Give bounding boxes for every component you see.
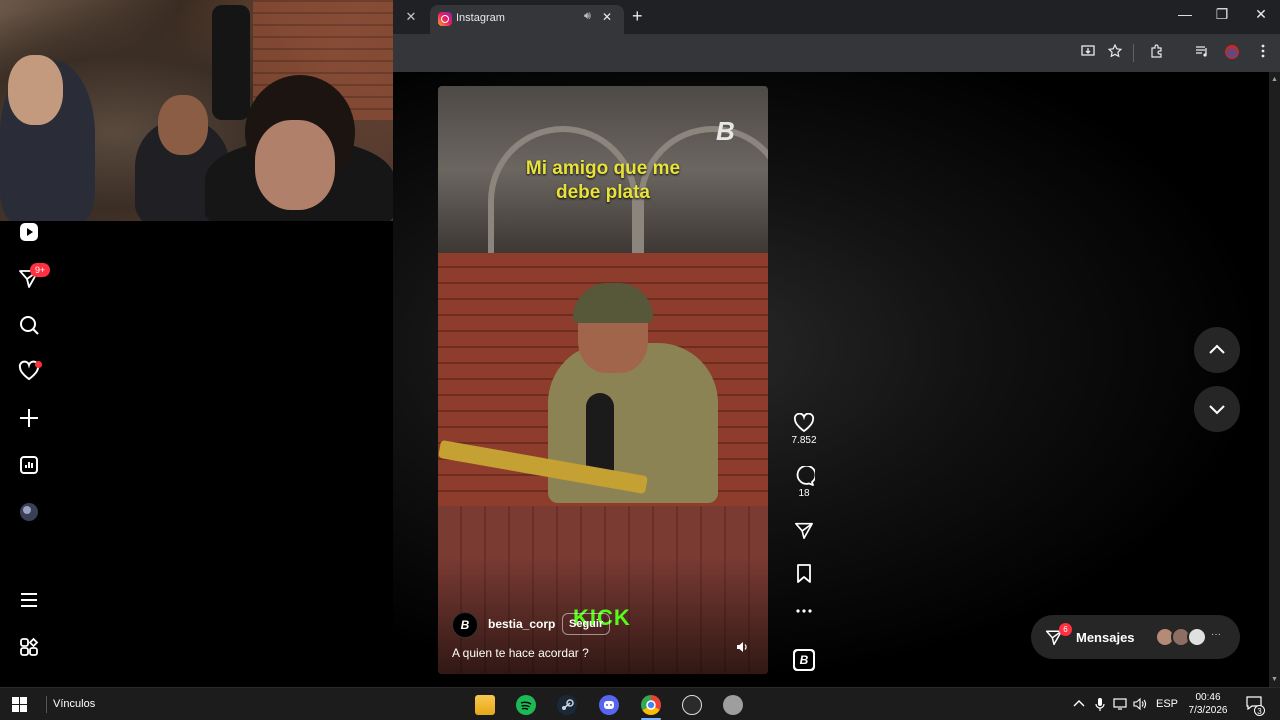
save-action[interactable] xyxy=(789,564,819,583)
messages-drawer-button[interactable]: 6 Mensajes ··· xyxy=(1031,615,1240,659)
close-window-button[interactable]: ✕ xyxy=(1251,6,1271,23)
bestia-watermark-logo: B xyxy=(716,116,735,146)
close-previous-tab-icon[interactable]: ✕ xyxy=(402,8,420,26)
scroll-up-arrow-icon[interactable]: ▲ xyxy=(1269,74,1280,85)
heart-icon xyxy=(793,413,815,433)
new-tab-button[interactable]: + xyxy=(632,6,643,27)
profile-avatar-icon[interactable] xyxy=(1223,44,1241,63)
create-plus-icon[interactable] xyxy=(18,407,42,431)
tab-close-icon[interactable]: ✕ xyxy=(602,10,612,24)
bookmark-star-icon[interactable] xyxy=(1106,43,1124,61)
contact-avatar xyxy=(1187,627,1207,647)
likes-count: 7.852 xyxy=(791,435,817,446)
tab-instagram[interactable]: Instagram 🔊︎ ✕ xyxy=(430,5,624,34)
more-contacts-indicator: ··· xyxy=(1211,629,1221,640)
tab-audio-icon[interactable]: 🔊︎ xyxy=(584,10,591,23)
author-avatar[interactable]: B xyxy=(452,612,478,638)
tab-title: Instagram xyxy=(456,12,505,24)
volume-icon[interactable] xyxy=(736,641,748,656)
extensions-icon[interactable] xyxy=(1148,44,1166,61)
browser-menu-icon[interactable] xyxy=(1254,44,1272,61)
discord-icon[interactable] xyxy=(599,695,619,715)
obs-studio-icon[interactable] xyxy=(682,695,702,715)
soldier-helmet xyxy=(573,283,653,323)
direct-messages-nav-icon[interactable]: 9+ xyxy=(18,263,51,291)
maximize-button[interactable]: ❐ xyxy=(1212,6,1232,23)
share-icon xyxy=(795,522,813,539)
activity-dot xyxy=(35,361,42,368)
share-action[interactable] xyxy=(789,520,819,540)
reel-streamer-scene xyxy=(438,253,768,506)
browser-toolbar xyxy=(393,34,1280,72)
windows-start-icon[interactable] xyxy=(12,697,27,717)
chevron-down-icon xyxy=(1209,405,1225,415)
comment-action[interactable]: 18 xyxy=(789,466,819,499)
windows-taskbar: Vínculos ESP 00:46 7/3/2026 3 xyxy=(0,687,1280,720)
person-left-face xyxy=(8,55,63,125)
profile-avatar-icon[interactable] xyxy=(18,501,42,525)
overlay-text-line1: Mi amigo que me xyxy=(525,158,681,179)
more-options-action[interactable] xyxy=(789,609,819,613)
reels-nav-icon[interactable] xyxy=(18,221,42,245)
dashboard-icon[interactable] xyxy=(18,454,42,478)
reel-video[interactable]: Mi amigo que me debe plata B xyxy=(438,86,768,674)
scroll-down-arrow-icon[interactable]: ▼ xyxy=(1269,674,1280,685)
install-app-icon[interactable] xyxy=(1079,44,1097,61)
like-action[interactable]: 7.852 xyxy=(789,413,819,446)
more-menu-icon[interactable] xyxy=(18,589,42,613)
clock-date: 7/3/2026 xyxy=(1188,705,1228,716)
input-language[interactable]: ESP xyxy=(1156,698,1178,710)
spotify-icon[interactable] xyxy=(516,695,536,715)
system-clock[interactable]: 00:46 7/3/2026 xyxy=(1178,691,1238,717)
author-username[interactable]: bestia_corp xyxy=(488,617,555,631)
also-from-meta-icon[interactable] xyxy=(18,636,42,660)
follow-button[interactable]: Seguir xyxy=(562,613,611,635)
notifications-heart-icon[interactable] xyxy=(18,360,42,384)
page-scrollbar[interactable]: ▲ ▼ xyxy=(1269,72,1280,687)
person-right-face xyxy=(255,120,335,210)
chrome-icon[interactable] xyxy=(641,695,661,715)
network-icon[interactable] xyxy=(1113,698,1127,713)
previous-reel-button[interactable] xyxy=(1194,327,1240,373)
messages-label: Mensajes xyxy=(1076,630,1135,645)
messages-badge: 6 xyxy=(1059,623,1072,636)
microphone-icon[interactable] xyxy=(1095,698,1105,714)
reel-top-scene: Mi amigo que me debe plata B xyxy=(438,86,768,266)
comment-icon xyxy=(796,466,815,486)
hanging-jacket xyxy=(212,5,250,120)
instagram-sidebar: 9+ xyxy=(0,221,62,687)
links-toolbar-label[interactable]: Vínculos xyxy=(53,698,95,710)
instagram-favicon-icon xyxy=(438,12,452,26)
show-hidden-icons-chevron-icon[interactable] xyxy=(1073,698,1085,711)
overlay-text-line2: debe plata xyxy=(556,182,650,203)
person-middle-face xyxy=(158,95,208,155)
notifications-badge: 9+ xyxy=(30,263,51,277)
comments-count: 18 xyxy=(798,488,810,499)
clock-time: 00:46 xyxy=(1195,692,1221,703)
file-explorer-icon[interactable] xyxy=(475,695,495,715)
app-icon[interactable] xyxy=(723,695,743,715)
toolbar-divider xyxy=(1133,44,1134,62)
chevron-up-icon xyxy=(1209,344,1225,354)
webcam-overlay xyxy=(0,0,393,221)
media-control-icon[interactable] xyxy=(1193,44,1211,61)
next-reel-button[interactable] xyxy=(1194,386,1240,432)
taskbar-separator xyxy=(46,696,47,713)
more-dots-icon xyxy=(796,609,812,613)
notification-count: 3 xyxy=(1254,705,1265,716)
original-audio-thumbnail[interactable]: B xyxy=(793,649,815,671)
minimize-button[interactable]: — xyxy=(1175,6,1195,22)
reel-caption: A quien te hace acordar ? xyxy=(452,646,589,660)
steam-icon[interactable] xyxy=(557,695,577,715)
bookmark-icon xyxy=(797,564,811,583)
volume-icon[interactable] xyxy=(1133,697,1147,713)
search-nav-icon[interactable] xyxy=(18,314,42,338)
